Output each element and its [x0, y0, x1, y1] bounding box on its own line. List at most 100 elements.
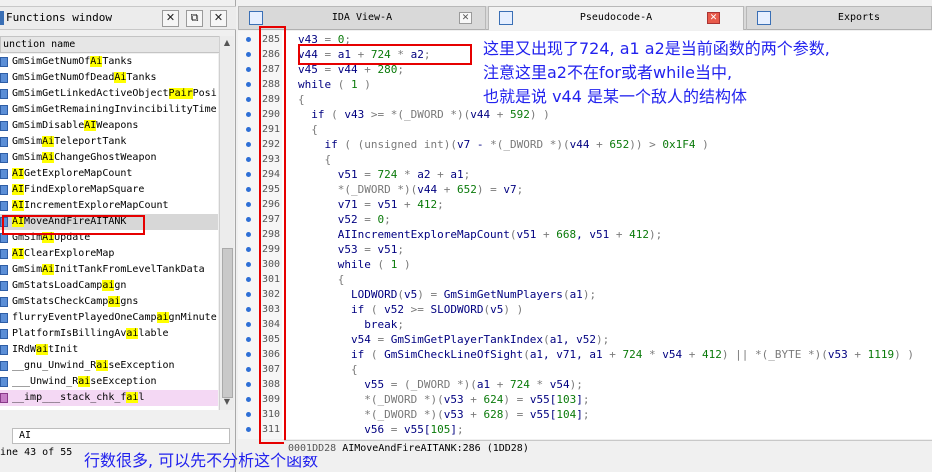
breakpoint-dot-icon[interactable] [246, 337, 251, 342]
function-list-item[interactable]: GmSimAiInitTankFromLevelTankData [0, 262, 218, 278]
code-line[interactable]: v56 = v55[105]; [298, 422, 463, 437]
code-line[interactable]: v71 = v51 + 412; [298, 197, 444, 212]
code-line[interactable]: AIIncrementExploreMapCount(v51 + 668, v5… [298, 227, 663, 242]
code-token: _DWORD [410, 378, 451, 391]
code-token: | [735, 348, 742, 361]
function-name-pre: GmSim [12, 152, 43, 163]
code-token: ) [543, 108, 550, 121]
function-list-item[interactable]: GmSimAiTeleportTank [0, 134, 218, 150]
float-window-icon[interactable]: ⧉ [186, 10, 203, 27]
code-line[interactable]: v53 = v51; [298, 242, 404, 257]
code-line[interactable]: while ( 1 ) [298, 257, 411, 272]
code-line[interactable]: if ( v43 >= *(_DWORD *)(v44 + 592) ) [298, 107, 550, 122]
function-list-item[interactable]: GmSimGetNumOfAiTanks [0, 54, 218, 70]
function-list-item[interactable]: AIClearExploreMap [0, 246, 218, 262]
breakpoint-dot-icon[interactable] [246, 187, 251, 192]
code-line[interactable]: { [298, 362, 358, 377]
code-line[interactable]: *(_DWORD *)(v53 + 628) = v55[104]; [298, 407, 589, 422]
breakpoint-dot-icon[interactable] [246, 322, 251, 327]
function-name-pre: GmStatsLoadCamp [12, 280, 103, 291]
function-list-item[interactable]: GmStatsCheckCampaigns [0, 294, 218, 310]
tab-exports[interactable]: Exports [746, 6, 932, 30]
code-line[interactable]: { [298, 92, 305, 107]
code-token: = [417, 303, 424, 316]
breakpoint-dot-icon[interactable] [246, 292, 251, 297]
function-list-item[interactable]: __gnu_Unwind_RaiseException [0, 358, 218, 374]
code-line[interactable]: if ( v52 >= SLODWORD(v5) ) [298, 302, 523, 317]
close-icon[interactable]: ✕ [162, 10, 179, 27]
breakpoint-dot-icon[interactable] [246, 142, 251, 147]
breakpoint-dot-icon[interactable] [246, 217, 251, 222]
function-list-item[interactable]: IRdWaitInit [0, 342, 218, 358]
breakpoint-dot-icon[interactable] [246, 67, 251, 72]
scroll-down-icon[interactable]: ▼ [221, 396, 233, 408]
code-line[interactable]: v52 = 0; [298, 212, 391, 227]
function-name-post: Tanks [102, 56, 133, 67]
function-list-item[interactable]: GmStatsLoadCampaign [0, 278, 218, 294]
code-line[interactable]: { [298, 152, 332, 167]
function-list-item[interactable]: GmSimGetLinkedActiveObjectPairPosi [0, 86, 218, 102]
close-icon[interactable]: ✕ [459, 12, 472, 24]
function-list-item[interactable]: GmSimGetRemainingInvincibilityTime [0, 102, 218, 118]
function-list-item[interactable]: __imp___stack_chk_fail [0, 390, 218, 406]
function-name-column-header[interactable]: unction name [0, 36, 226, 53]
code-line[interactable]: while ( 1 ) [298, 77, 371, 92]
code-token: * [403, 168, 411, 181]
function-list-item[interactable]: AIGetExploreMapCount [0, 166, 218, 182]
code-line[interactable]: break; [298, 317, 404, 332]
function-list-item[interactable]: GmSimGetNumOfDeadAiTanks [0, 70, 218, 86]
code-line[interactable]: { [298, 122, 318, 137]
breakpoint-dot-icon[interactable] [246, 52, 251, 57]
function-list-item[interactable]: ___Unwind_RaiseException [0, 374, 218, 390]
breakpoint-dot-icon[interactable] [246, 427, 251, 432]
breakpoint-dot-icon[interactable] [246, 247, 251, 252]
breakpoint-dot-icon[interactable] [246, 382, 251, 387]
code-token: * [364, 408, 371, 421]
code-line[interactable]: if ( GmSimCheckLineOfSight(a1, v71, a1 +… [298, 347, 914, 362]
function-name-post: Posi [192, 88, 217, 99]
breakpoint-dot-icon[interactable] [246, 112, 251, 117]
breakpoint-dot-icon[interactable] [246, 97, 251, 102]
scroll-up-icon[interactable]: ▲ [221, 37, 233, 49]
function-list-item[interactable]: AIIncrementExploreMapCount [0, 198, 218, 214]
code-line[interactable]: v55 = (_DWORD *)(a1 + 724 * v54); [298, 377, 583, 392]
breakpoint-dot-icon[interactable] [246, 172, 251, 177]
breakpoint-dot-icon[interactable] [246, 232, 251, 237]
function-list-item[interactable]: PlatformIsBillingAvailable [0, 326, 218, 342]
code-line[interactable]: v54 = GmSimGetPlayerTankIndex(a1, v52); [298, 332, 609, 347]
breakpoint-dot-icon[interactable] [246, 202, 251, 207]
function-name-hit: Ai [42, 152, 55, 163]
tab-pseudocode-a[interactable]: Pseudocode-A ✕ [488, 6, 744, 30]
code-line[interactable]: *(_DWORD *)(v53 + 624) = v55[103]; [298, 392, 589, 407]
function-list-item[interactable]: GmSimAiChangeGhostWeapon [0, 150, 218, 166]
breakpoint-dot-icon[interactable] [246, 262, 251, 267]
code-token: _DWORD [377, 408, 418, 421]
code-line[interactable]: { [298, 272, 345, 287]
code-line[interactable]: v51 = 724 * a2 + a1; [298, 167, 471, 182]
code-token: + [496, 108, 504, 121]
code-line[interactable]: *(_DWORD *)(v44 + 652) = v7; [298, 182, 524, 197]
breakpoint-dot-icon[interactable] [246, 277, 251, 282]
breakpoint-dot-icon[interactable] [246, 412, 251, 417]
code-token: 1119 [867, 348, 895, 361]
breakpoint-dot-icon[interactable] [246, 367, 251, 372]
function-name-post: l [138, 392, 145, 403]
filter-input[interactable]: AI [12, 428, 230, 444]
function-list-item[interactable]: flurryEventPlayedOneCampaignMinute [0, 310, 218, 326]
function-list-item[interactable]: AIFindExploreMapSquare [0, 182, 218, 198]
breakpoint-dot-icon[interactable] [246, 82, 251, 87]
function-list-item[interactable]: GmSimDisableAIWeapons [0, 118, 218, 134]
close-window-icon[interactable]: ✕ [210, 10, 227, 27]
breakpoint-dot-icon[interactable] [246, 37, 251, 42]
breakpoint-dot-icon[interactable] [246, 352, 251, 357]
code-line[interactable]: LODWORD(v5) = GmSimGetNumPlayers(a1); [298, 287, 596, 302]
code-line[interactable]: if ( (unsigned int)(v7 - *(_DWORD *)(v44… [298, 137, 708, 152]
breakpoint-dot-icon[interactable] [246, 307, 251, 312]
function-name-post: seException [90, 376, 157, 387]
scrollbar-thumb[interactable] [222, 248, 233, 398]
close-icon[interactable]: ✕ [707, 12, 720, 24]
breakpoint-dot-icon[interactable] [246, 397, 251, 402]
breakpoint-dot-icon[interactable] [246, 157, 251, 162]
breakpoint-dot-icon[interactable] [246, 127, 251, 132]
functions-scrollbar[interactable]: ▲ ▼ [219, 36, 234, 410]
